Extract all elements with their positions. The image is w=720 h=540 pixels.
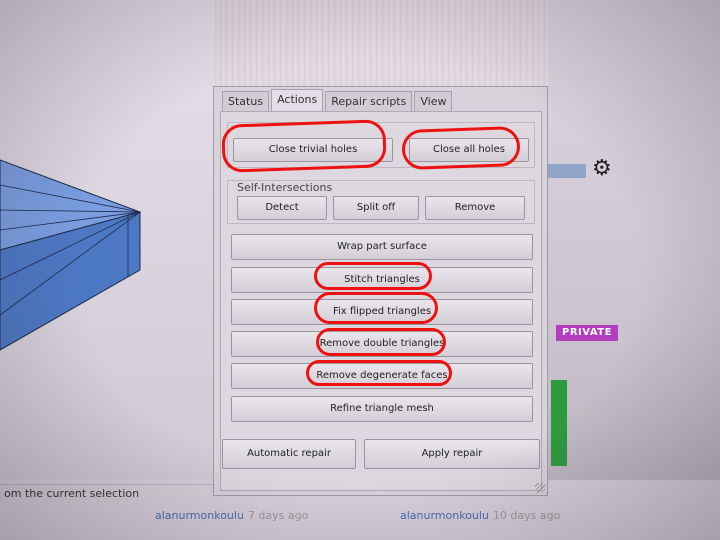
close-all-holes-button[interactable]: Close all holes [409,138,529,162]
tab-bar: Status Actions Repair scripts View [222,89,454,113]
private-badge: PRIVATE [556,325,618,341]
resize-grip[interactable] [535,483,545,493]
3d-model-view [0,159,142,351]
fix-flipped-triangles-button[interactable]: Fix flipped triangles [231,299,533,325]
tab-actions[interactable]: Actions [271,89,324,111]
wrap-part-surface-button[interactable]: Wrap part surface [231,234,533,260]
user-name[interactable]: alanurmonkoulu [155,509,244,522]
background-chip [548,164,586,178]
tab-status[interactable]: Status [222,91,270,111]
split-off-button[interactable]: Split off [333,196,419,220]
refine-triangle-mesh-button[interactable]: Refine triangle mesh [231,396,533,422]
remove-double-triangles-button[interactable]: Remove double triangles [231,331,533,357]
detect-button[interactable]: Detect [237,196,327,220]
user-timestamp: 7 days ago [247,509,309,522]
background-panel-top [215,0,548,90]
status-text: om the current selection [0,484,220,502]
background-panel-right [548,0,720,540]
user-name[interactable]: alanurmonkoulu [400,509,489,522]
repair-dialog: Status Actions Repair scripts View Close… [213,86,548,496]
self-intersections-label: Self-Intersections [235,181,335,194]
remove-self-intersections-button[interactable]: Remove [425,196,525,220]
user-link[interactable]: alanurmonkoulu 7 days ago [155,509,308,522]
remove-degenerate-faces-button[interactable]: Remove degenerate faces [231,363,533,389]
close-trivial-holes-button[interactable]: Close trivial holes [233,138,393,162]
stitch-triangles-button[interactable]: Stitch triangles [231,267,533,293]
apply-repair-button[interactable]: Apply repair [364,439,540,469]
actions-panel: Close trivial holes Close all holes Self… [220,111,542,491]
tab-view[interactable]: View [414,91,453,111]
user-link[interactable]: alanurmonkoulu 10 days ago [400,509,560,522]
gear-icon[interactable]: ⚙ [592,156,612,181]
tab-repair-scripts[interactable]: Repair scripts [325,91,413,111]
automatic-repair-button[interactable]: Automatic repair [222,439,356,469]
progress-bar [551,380,567,466]
user-timestamp: 10 days ago [492,509,561,522]
